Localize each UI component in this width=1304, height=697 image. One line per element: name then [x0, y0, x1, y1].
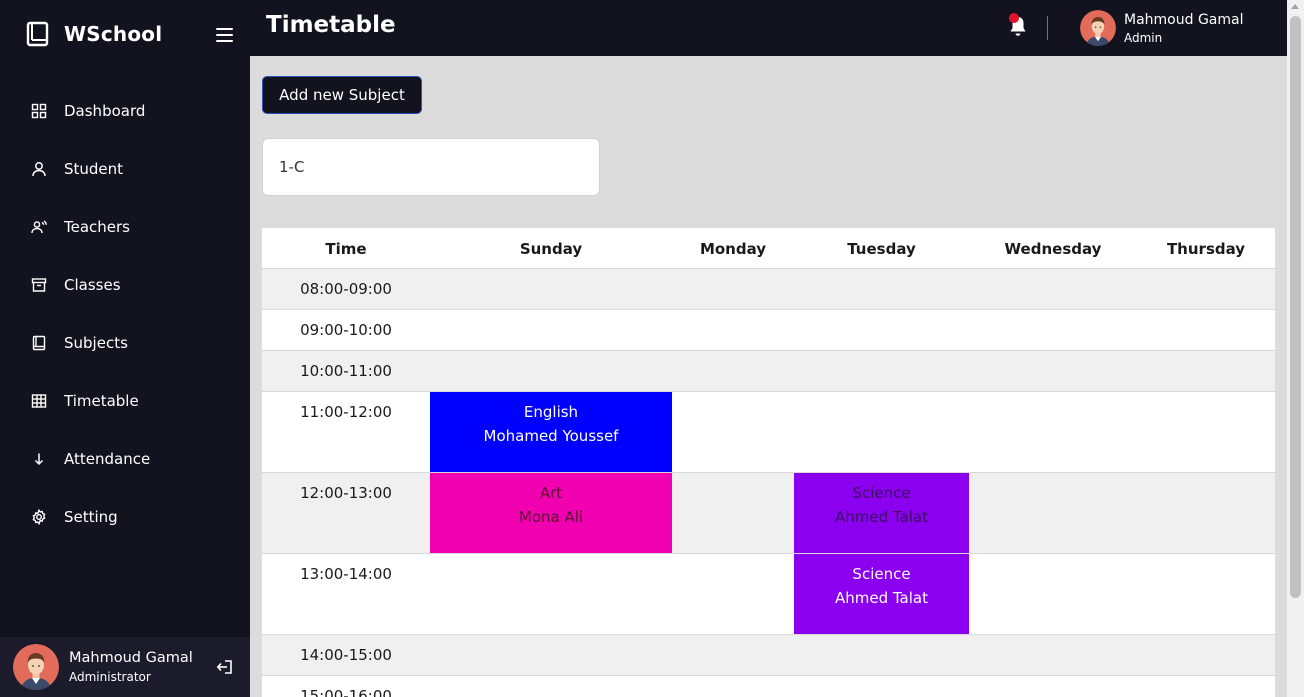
- column-header-monday: Monday: [699, 239, 767, 258]
- slot-teacher: Mona Ali: [518, 508, 584, 526]
- teachers-icon: [31, 220, 47, 234]
- add-subject-button[interactable]: Add new Subject: [262, 76, 422, 114]
- column-header-thursday: Thursday: [1166, 239, 1246, 258]
- scroll-thumb[interactable]: [1290, 16, 1301, 598]
- column-header-wednesday: Wednesday: [1004, 239, 1102, 258]
- timetable-slot[interactable]: English Mohamed Youssef: [430, 392, 672, 472]
- footer-user-role: Administrator: [69, 670, 151, 684]
- slot-teacher: Ahmed Talat: [834, 508, 928, 526]
- gear-icon: [32, 509, 46, 525]
- avatar-icon: [1080, 10, 1116, 46]
- header-user-name: Mahmoud Gamal: [1124, 11, 1244, 28]
- sidebar-item-label: Classes: [64, 276, 121, 294]
- time-cell: 10:00-11:00: [300, 362, 392, 380]
- book-icon: [32, 335, 46, 351]
- header-user-info: Mahmoud Gamal Admin: [1124, 12, 1243, 45]
- header-user-role: Admin: [1124, 30, 1163, 45]
- footer-user-name: Mahmoud Gamal: [69, 650, 193, 666]
- sidebar-item-label: Setting: [64, 508, 118, 526]
- column-header-time: Time: [325, 239, 367, 258]
- slot-subject: English: [523, 403, 579, 421]
- slot-subject: Science: [852, 484, 911, 502]
- table-row: 14:00-15:00: [262, 635, 1275, 676]
- table-row: 12:00-13:00: [262, 473, 1275, 554]
- sidebar-item-student[interactable]: Student: [0, 140, 250, 198]
- sidebar-item-label: Student: [64, 160, 124, 178]
- sidebar-item-label: Subjects: [64, 334, 128, 352]
- table-row: 15:00-16:00: [262, 676, 1275, 697]
- menu-toggle-icon[interactable]: [216, 28, 233, 42]
- page-scrollbar[interactable]: [1287, 0, 1304, 697]
- brand[interactable]: WSchool: [26, 21, 162, 47]
- timetable-slot[interactable]: Art Mona Ali: [430, 473, 672, 553]
- timetable-header: Time Sunday Monday Tuesday Wednesday Thu…: [262, 228, 1275, 269]
- slot-subject: Art: [539, 484, 563, 502]
- sidebar-item-label: Teachers: [64, 218, 130, 236]
- table-row: 08:00-09:00: [262, 269, 1275, 310]
- book-logo-icon: [26, 21, 49, 47]
- class-selector[interactable]: 1-C: [262, 138, 600, 196]
- timetable-grid: Time Sunday Monday Tuesday Wednesday Thu…: [262, 228, 1275, 697]
- page-title: Timetable: [266, 12, 396, 38]
- time-cell: 14:00-15:00: [300, 646, 392, 664]
- time-cell: 11:00-12:00: [300, 403, 392, 421]
- table-row: 09:00-10:00: [262, 310, 1275, 351]
- sidebar-item-dashboard[interactable]: Dashboard: [0, 82, 250, 140]
- time-cell: 15:00-16:00: [300, 687, 392, 697]
- archive-icon: [31, 278, 47, 292]
- timetable-slot[interactable]: Science Ahmed Talat: [794, 473, 969, 553]
- sidebar-item-label: Dashboard: [64, 102, 146, 120]
- sidebar-nav: Dashboard Student Teachers Classes Subje…: [0, 82, 250, 546]
- avatar[interactable]: [13, 644, 59, 690]
- footer-user-info: Mahmoud Gamal Administrator: [69, 650, 193, 684]
- time-cell: 09:00-10:00: [300, 321, 392, 339]
- grid-icon: [31, 103, 47, 119]
- sidebar: WSchool Dashboard Student Teachers Class…: [0, 0, 250, 697]
- column-header-tuesday: Tuesday: [847, 239, 916, 258]
- scroll-up-arrow-icon[interactable]: [1291, 4, 1299, 9]
- time-cell: 08:00-09:00: [300, 280, 392, 298]
- slot-teacher: Ahmed Talat: [834, 589, 928, 607]
- table-row: 11:00-12:00: [262, 392, 1275, 473]
- sidebar-item-timetable[interactable]: Timetable: [0, 372, 250, 430]
- sidebar-user-panel: Mahmoud Gamal Administrator: [0, 637, 250, 697]
- avatar: [1080, 10, 1116, 46]
- logout-icon[interactable]: [216, 658, 234, 676]
- table-icon: [31, 394, 47, 408]
- brand-title: WSchool: [64, 22, 163, 46]
- table-row: 13:00-14:00: [262, 554, 1275, 635]
- table-row: 10:00-11:00: [262, 351, 1275, 392]
- arrow-down-icon: [34, 453, 44, 466]
- notification-badge: [1009, 13, 1019, 23]
- sidebar-item-classes[interactable]: Classes: [0, 256, 250, 314]
- time-cell: 13:00-14:00: [300, 565, 392, 583]
- sidebar-item-label: Attendance: [64, 450, 151, 468]
- sidebar-item-setting[interactable]: Setting: [0, 488, 250, 546]
- slot-subject: Science: [852, 565, 911, 583]
- time-cell: 12:00-13:00: [300, 484, 392, 502]
- slot-teacher: Mohamed Youssef: [483, 427, 619, 445]
- header-user-menu[interactable]: Mahmoud Gamal Admin: [1080, 10, 1243, 46]
- sidebar-item-attendance[interactable]: Attendance: [0, 430, 250, 488]
- sidebar-item-subjects[interactable]: Subjects: [0, 314, 250, 372]
- sidebar-item-label: Timetable: [64, 392, 139, 410]
- user-icon: [32, 162, 46, 177]
- timetable-slot[interactable]: Science Ahmed Talat: [794, 554, 969, 634]
- sidebar-item-teachers[interactable]: Teachers: [0, 198, 250, 256]
- column-header-sunday: Sunday: [519, 239, 583, 258]
- avatar-icon: [13, 644, 59, 690]
- top-header: Timetable Mahmoud Gamal Admin: [250, 0, 1287, 56]
- header-divider: [1047, 16, 1048, 40]
